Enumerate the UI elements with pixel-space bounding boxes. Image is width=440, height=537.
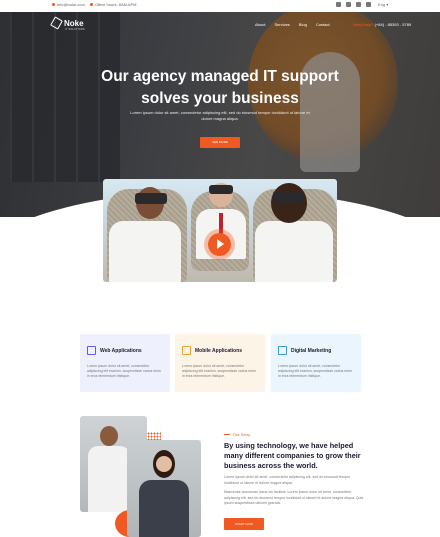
hero-title: Our agency managed IT support solves you…: [60, 66, 380, 110]
top-bar: info@noke.com Office hours: 8AM-6PM Eng …: [0, 0, 440, 12]
email-info[interactable]: info@noke.com: [52, 2, 85, 7]
start-now-button[interactable]: START NOW: [224, 518, 264, 530]
see-more-button[interactable]: SEE MORE: [200, 137, 240, 148]
video-thumbnail[interactable]: [103, 179, 337, 282]
instagram-icon[interactable]: [346, 2, 351, 7]
nav-item-about[interactable]: About: [255, 22, 265, 27]
team-photo-2: [127, 440, 201, 537]
logo[interactable]: Noke: [50, 16, 84, 30]
language-select[interactable]: Eng ▾: [378, 2, 388, 7]
facebook-icon[interactable]: [336, 2, 341, 7]
service-title: Web Applications: [100, 348, 142, 354]
hours-text: Office hours: 8AM-6PM: [95, 2, 137, 7]
service-card-web[interactable]: Web Applications Lorem ipsum dolor sit a…: [80, 334, 170, 392]
service-card-marketing[interactable]: Digital Marketing Lorem ipsum dolor sit …: [271, 334, 361, 392]
about-paragraph-2: Maecenas accumsan lacus vel facilisis. L…: [224, 490, 364, 505]
about-title: By using technology, we have helped many…: [224, 441, 361, 470]
about-paragraph-1: Lorem ipsum dolor sit amet, consectetur …: [224, 475, 351, 485]
nav-menu: About Services Blog Contact: [255, 22, 330, 27]
logo-tagline: IT SOLUTIONS: [65, 28, 85, 31]
service-text: Lorem ipsum dolor sit amet, consectetur …: [182, 364, 256, 378]
language-label: Eng: [378, 2, 386, 7]
service-title: Digital Marketing: [291, 348, 332, 354]
hero-subtitle: Lorem ipsum dolor sit amet, consectetur …: [130, 110, 310, 121]
web-app-icon: [87, 346, 96, 355]
section-eyebrow: Our Story: [224, 432, 250, 437]
linkedin-icon[interactable]: [366, 2, 371, 7]
service-card-mobile[interactable]: Mobile Applications Lorem ipsum dolor si…: [175, 334, 265, 392]
service-text: Lorem ipsum dolor sit amet, consectetur …: [87, 364, 161, 378]
nav-item-services[interactable]: Services: [274, 22, 289, 27]
nav-item-blog[interactable]: Blog: [299, 22, 307, 27]
play-button[interactable]: [208, 233, 231, 256]
mobile-app-icon: [182, 346, 191, 355]
nav-item-contact[interactable]: Contact: [316, 22, 330, 27]
service-title: Mobile Applications: [195, 348, 243, 354]
service-text: Lorem ipsum dolor sit amet, consectetur …: [278, 364, 352, 378]
nav-phone[interactable]: Need help? (+84) - 85393 - 5789: [353, 22, 411, 27]
mail-icon: [52, 3, 55, 7]
hours-info: Office hours: 8AM-6PM: [90, 2, 137, 7]
logo-text: Noke: [64, 18, 84, 28]
cube-logo-icon: [50, 16, 63, 30]
clock-icon: [90, 3, 93, 7]
hero-title-line-2: solves your business: [141, 90, 299, 107]
main-nav: Noke IT SOLUTIONS About Services Blog Co…: [0, 12, 440, 36]
phone-number: (+84) - 85393 - 5789: [374, 22, 412, 27]
marketing-icon: [278, 346, 287, 355]
help-label: Need help?: [353, 22, 374, 27]
social-links: [336, 2, 371, 7]
email-text: info@noke.com: [57, 2, 85, 7]
hero-title-line-1: Our agency managed IT support: [101, 68, 339, 85]
twitter-icon[interactable]: [356, 2, 361, 7]
